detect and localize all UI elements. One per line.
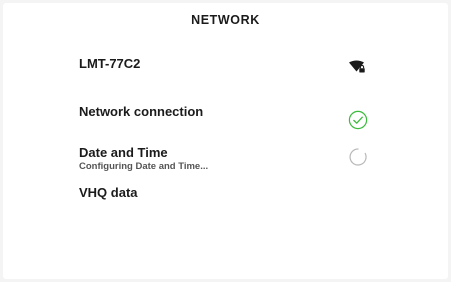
network-name-label: LMT-77C2 [79,56,141,71]
date-time-status: Configuring Date and Time... [79,161,209,172]
network-connection-row: Network connection [79,104,379,119]
loading-spinner-icon [348,147,368,172]
page-title: NETWORK [191,13,260,27]
check-circle-icon [348,110,368,135]
date-time-row: Date and Time Configuring Date and Time.… [79,145,379,173]
vhq-data-row: VHQ data [79,185,379,200]
date-time-label: Date and Time [79,145,168,160]
wifi-locked-icon [348,59,366,79]
network-connection-label: Network connection [79,104,204,119]
network-panel: NETWORK LMT-77C2 Network connection Date… [3,3,448,279]
network-name-row: LMT-77C2 [79,56,379,71]
vhq-data-label: VHQ data [79,185,138,200]
